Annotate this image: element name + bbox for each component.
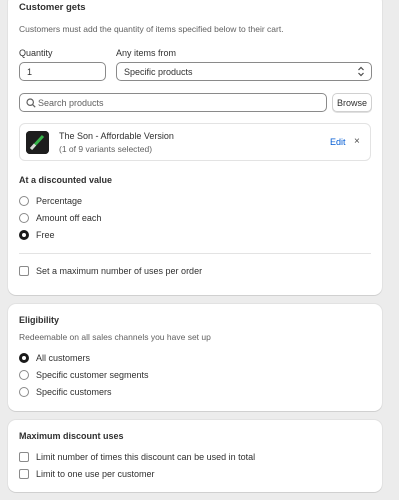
- any-items-label: Any items from: [116, 48, 177, 58]
- radio-label: Free: [36, 230, 55, 240]
- selected-product-row: The Son - Affordable Version (1 of 9 var…: [19, 123, 371, 161]
- divider: [19, 253, 371, 254]
- radio-label: Percentage: [36, 196, 83, 206]
- product-variants: (1 of 9 variants selected): [59, 144, 153, 154]
- radio-label: Amount off each: [36, 213, 102, 223]
- eligibility-description: Redeemable on all sales channels you hav…: [19, 332, 211, 342]
- edit-product-link[interactable]: Edit: [330, 137, 346, 147]
- browse-button[interactable]: Browse: [332, 93, 372, 112]
- eligibility-card: Eligibility Redeemable on all sales chan…: [8, 304, 382, 411]
- radio-button[interactable]: [19, 196, 29, 206]
- radio-button[interactable]: [19, 213, 29, 223]
- any-items-value: Specific products: [124, 66, 193, 77]
- max-discount-uses-card: Maximum discount uses Limit number of ti…: [8, 420, 382, 492]
- search-products-input[interactable]: Search products: [19, 93, 327, 112]
- radio-label: Specific customer segments: [36, 370, 149, 380]
- radio-label: Specific customers: [36, 387, 112, 397]
- customer-gets-title: Customer gets: [19, 2, 86, 13]
- quantity-input[interactable]: 1: [19, 62, 106, 81]
- radio-button[interactable]: [19, 230, 29, 240]
- chevron-up-down-icon: [357, 66, 365, 79]
- customer-gets-description: Customers must add the quantity of items…: [19, 24, 284, 34]
- quantity-value: 1: [27, 66, 33, 77]
- discounted-value-title: At a discounted value: [19, 175, 113, 185]
- limit-total-uses-checkbox[interactable]: Limit number of times this discount can …: [19, 452, 255, 462]
- radio-button[interactable]: [19, 387, 29, 397]
- close-icon[interactable]: ×: [354, 136, 360, 147]
- checkbox-label: Limit to one use per customer: [36, 469, 155, 479]
- max-uses-per-order-checkbox[interactable]: Set a maximum number of uses per order: [19, 266, 202, 276]
- radio-all-customers[interactable]: All customers: [19, 353, 90, 363]
- radio-specific-customers[interactable]: Specific customers: [19, 387, 112, 397]
- quantity-label: Quantity: [19, 48, 53, 58]
- radio-free[interactable]: Free: [19, 230, 55, 240]
- checkbox[interactable]: [19, 469, 29, 479]
- search-icon: [26, 98, 36, 110]
- radio-percentage[interactable]: Percentage: [19, 196, 82, 206]
- customer-gets-card: Customer gets Customers must add the qua…: [8, 0, 382, 295]
- radio-label: All customers: [36, 353, 91, 363]
- max-discount-uses-title: Maximum discount uses: [19, 431, 124, 441]
- search-placeholder: Search products: [38, 97, 104, 108]
- checkbox-label: Limit number of times this discount can …: [36, 452, 256, 462]
- limit-one-per-customer-checkbox[interactable]: Limit to one use per customer: [19, 469, 155, 479]
- radio-amount-off-each[interactable]: Amount off each: [19, 213, 101, 223]
- checkbox[interactable]: [19, 452, 29, 462]
- radio-button[interactable]: [19, 353, 29, 363]
- product-thumbnail: [26, 131, 49, 154]
- checkbox-label: Set a maximum number of uses per order: [36, 266, 203, 276]
- radio-specific-customer-segments[interactable]: Specific customer segments: [19, 370, 149, 380]
- any-items-select[interactable]: Specific products: [116, 62, 372, 81]
- radio-button[interactable]: [19, 370, 29, 380]
- checkbox[interactable]: [19, 266, 29, 276]
- eligibility-title: Eligibility: [19, 315, 60, 325]
- product-name[interactable]: The Son - Affordable Version: [59, 131, 174, 141]
